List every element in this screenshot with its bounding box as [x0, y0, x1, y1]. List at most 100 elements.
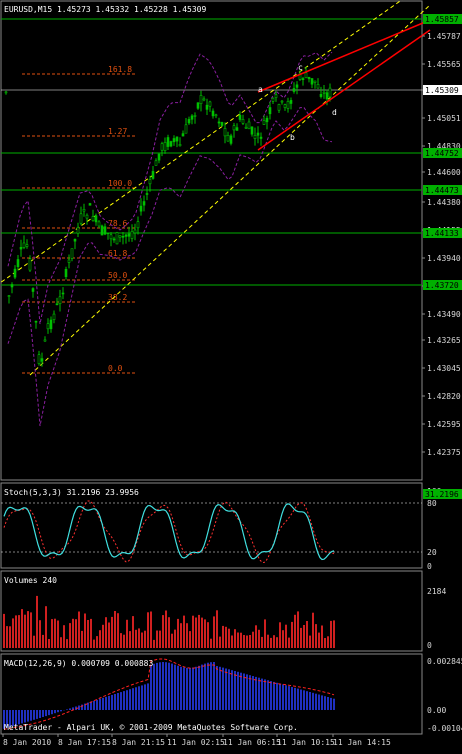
macd-histogram-bar — [69, 708, 71, 710]
price-axis-label: 1.43265 — [427, 336, 461, 345]
wave-label: c — [298, 63, 303, 72]
macd-histogram-bar — [105, 697, 107, 710]
wave-label: b — [290, 133, 295, 142]
candle-body — [101, 226, 103, 235]
macd-histogram-bar — [240, 673, 242, 710]
stoch-axis-label: 80 — [427, 499, 437, 508]
candle-body — [197, 103, 199, 109]
macd-histogram-bar — [297, 689, 299, 710]
candle-body — [281, 101, 283, 102]
macd-histogram-bar — [192, 668, 194, 711]
macd-histogram-bar — [246, 674, 248, 710]
macd-histogram-bar — [285, 685, 287, 710]
macd-histogram-bar — [117, 693, 119, 710]
candle-body — [71, 249, 73, 259]
stoch-axis-label: 20 — [427, 548, 437, 557]
macd-histogram-bar — [333, 699, 335, 710]
candle-body — [116, 233, 118, 244]
macd-histogram-bar — [207, 663, 209, 710]
macd-histogram-bar — [99, 699, 101, 710]
macd-histogram-bar — [198, 666, 200, 710]
candle-body — [89, 204, 91, 206]
candle-body — [167, 138, 169, 147]
macd-histogram-bar — [183, 668, 185, 711]
macd-histogram-bar — [324, 696, 326, 710]
candle-body — [74, 239, 76, 241]
candle-body — [47, 324, 49, 329]
candle-body — [149, 179, 151, 183]
candle-body — [257, 133, 259, 135]
candle-body — [59, 297, 61, 304]
macd-histogram-bar — [96, 700, 98, 710]
macd-histogram-bar — [267, 680, 269, 710]
macd-histogram-bar — [249, 675, 251, 710]
macd-histogram-bar — [66, 709, 68, 710]
chart-canvas[interactable]: 161.81.27100.078.661.850.038.20.0abcd 1.… — [0, 0, 462, 750]
candle-body — [245, 127, 247, 128]
terminal-chart-window: 161.81.27100.078.661.850.038.20.0abcd 1.… — [0, 0, 462, 750]
macd-histogram-bar — [171, 664, 173, 710]
candle-body — [290, 100, 292, 103]
macd-histogram-bar — [225, 669, 227, 711]
macd-histogram-bar — [111, 695, 113, 710]
candle-body — [218, 122, 220, 123]
time-axis-label: 11 Jan 02:15 — [167, 738, 225, 747]
candle-body — [107, 233, 109, 234]
candle-body — [122, 236, 124, 237]
macd-histogram-bar — [201, 665, 203, 710]
time-axis-label: 11 Jan 10:15 — [277, 738, 335, 747]
candle-body — [14, 269, 16, 277]
macd-histogram-bar — [120, 692, 122, 710]
fibo-level-label: 1.27 — [108, 127, 127, 136]
candle-body — [209, 102, 211, 106]
macd-histogram-bar — [132, 688, 134, 710]
candle-body — [278, 104, 280, 110]
candle-body — [53, 314, 55, 320]
macd-histogram-bar — [270, 681, 272, 710]
candle-body — [272, 98, 274, 101]
candle-body — [56, 304, 58, 305]
candle-body — [23, 243, 25, 248]
candle-body — [179, 144, 181, 145]
candle-body — [269, 108, 271, 114]
chart-title: EURUSD,M15 1.45273 1.45332 1.45228 1.453… — [4, 5, 206, 14]
main-price-pane[interactable] — [1, 1, 422, 480]
macd-histogram-bar — [294, 688, 296, 710]
macd-histogram-bar — [258, 678, 260, 710]
candle-body — [41, 359, 43, 362]
time-axis-label: 11 Jan 06:15 — [223, 738, 281, 747]
candle-body — [182, 134, 184, 137]
macd-histogram-bar — [318, 695, 320, 711]
stoch-axis-label: 0 — [427, 562, 432, 571]
macd-histogram-bar — [306, 691, 308, 710]
candle-body — [224, 128, 226, 136]
stoch-title: Stoch(5,3,3) 31.2196 23.9956 — [4, 488, 139, 497]
macd-histogram-bar — [216, 666, 218, 710]
candle-body — [314, 81, 316, 83]
macd-axis-label: 0.002845 — [427, 657, 462, 666]
macd-histogram-bar — [288, 686, 290, 710]
macd-histogram-bar — [153, 664, 155, 710]
candle-body — [260, 137, 262, 138]
candle-body — [98, 222, 100, 226]
price-marker-label: 1.43720 — [425, 281, 459, 290]
macd-histogram-bar — [24, 710, 26, 723]
macd-histogram-bar — [27, 710, 29, 722]
macd-histogram-bar — [219, 667, 221, 710]
candle-body — [227, 135, 229, 141]
candle-body — [287, 101, 289, 108]
macd-histogram-bar — [222, 668, 224, 710]
fibo-level-label: 100.0 — [108, 179, 132, 188]
macd-histogram-bar — [123, 691, 125, 710]
fibo-level-label: 0.0 — [108, 364, 123, 373]
time-axis-label: 8 Jan 17:15 — [58, 738, 111, 747]
candle-body — [128, 234, 130, 236]
candle-body — [206, 105, 208, 109]
macd-histogram-bar — [204, 664, 206, 710]
macd-histogram-bar — [264, 679, 266, 710]
macd-histogram-bar — [147, 683, 149, 710]
macd-histogram-bar — [159, 662, 161, 710]
price-axis-label: 1.45787 — [427, 32, 461, 41]
candle-body — [104, 227, 106, 235]
price-axis-label: 1.42820 — [427, 392, 461, 401]
